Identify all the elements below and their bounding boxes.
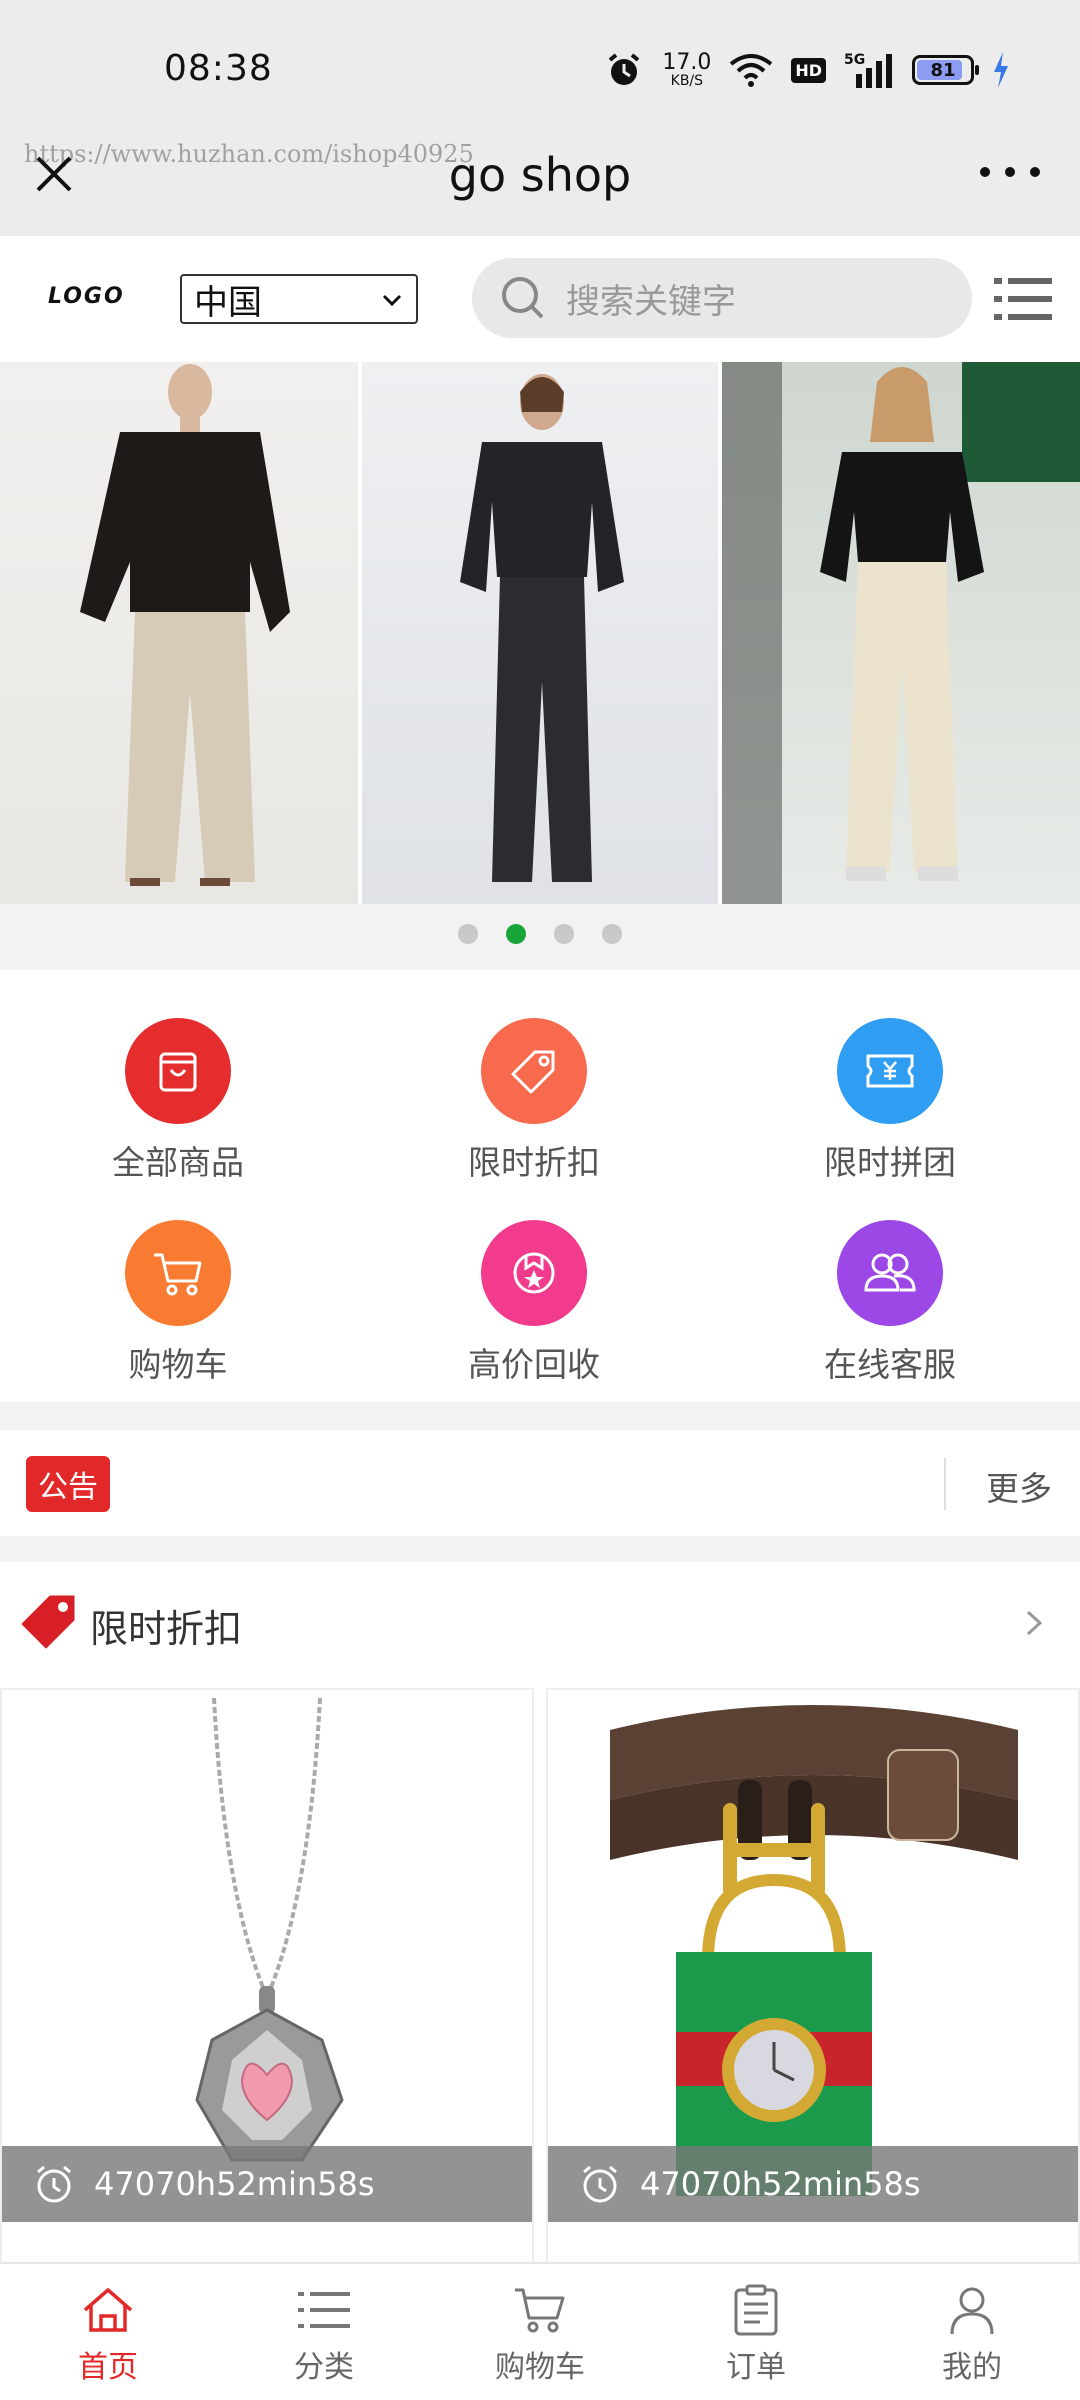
charging-icon bbox=[994, 52, 1008, 88]
alarm-clock-icon bbox=[37, 2165, 71, 2203]
ticket-yen-icon bbox=[837, 1018, 943, 1124]
region-select[interactable]: 中国 bbox=[180, 274, 418, 324]
tab-orders[interactable]: 订单 bbox=[648, 2264, 864, 2400]
clock: 08:38 bbox=[164, 48, 273, 89]
quick-nav-grid: 全部商品 限时折扣 限时拼团 购物车 高价回收 在线客服 bbox=[0, 970, 1080, 1402]
carousel-dot-active[interactable] bbox=[506, 924, 526, 944]
page-title: go shop bbox=[448, 148, 632, 202]
home-icon bbox=[83, 2288, 133, 2332]
bag-icon bbox=[125, 1018, 231, 1124]
quick-nav-label: 全部商品 bbox=[112, 1143, 244, 1182]
countdown-text: 47070h52min58s bbox=[94, 2165, 375, 2203]
alarm-clock-icon bbox=[583, 2165, 617, 2203]
signal-icon: 5G bbox=[844, 52, 892, 88]
quick-nav-label: 限时折扣 bbox=[468, 1143, 600, 1182]
flash-sale-section: 限时折扣 47070h52min58s 47070h52min58s bbox=[0, 1562, 1080, 2264]
list-icon bbox=[298, 2292, 350, 2328]
battery-level: 81 bbox=[930, 59, 956, 81]
tab-cart[interactable]: 购物车 bbox=[432, 2264, 648, 2400]
battery-indicator: 81 bbox=[912, 55, 979, 85]
network-speed-unit: KB/S bbox=[670, 73, 704, 89]
carousel-dot[interactable] bbox=[602, 924, 622, 944]
quick-nav-label: 限时拼团 bbox=[824, 1143, 956, 1182]
more-dot bbox=[980, 167, 990, 177]
quick-nav-customer-service[interactable]: 在线客服 bbox=[770, 1220, 1010, 1386]
bottom-tab-bar: 首页 分类 购物车 订单 我的 bbox=[0, 2262, 1080, 2400]
section-title[interactable]: 限时折扣 bbox=[90, 1598, 242, 1653]
tab-home[interactable]: 首页 bbox=[0, 2264, 216, 2400]
search-placeholder: 搜索关键字 bbox=[566, 281, 736, 322]
title-bar: https://www.huzhan.com/ishop40925 go sho… bbox=[0, 140, 1080, 236]
tab-label: 购物车 bbox=[495, 2350, 585, 2385]
tab-label: 首页 bbox=[78, 2350, 138, 2385]
divider bbox=[944, 1458, 946, 1510]
carousel-indicator bbox=[0, 904, 1080, 964]
product-card[interactable]: 47070h52min58s bbox=[546, 1688, 1080, 2264]
banner-image-model-3 bbox=[722, 362, 1080, 904]
category-menu-icon[interactable] bbox=[994, 276, 1052, 322]
quick-nav-cart[interactable]: 购物车 bbox=[58, 1220, 298, 1386]
more-options-button[interactable] bbox=[980, 162, 1040, 182]
tab-label: 订单 bbox=[726, 2350, 786, 2385]
clipboard-icon bbox=[734, 2284, 778, 2336]
users-icon bbox=[837, 1220, 943, 1326]
quick-nav-flash-discount[interactable]: 限时折扣 bbox=[414, 1018, 654, 1184]
price-tag-icon bbox=[21, 1595, 75, 1649]
alarm-icon bbox=[609, 53, 640, 85]
logo[interactable]: LOGO bbox=[48, 284, 125, 309]
recycle-badge-icon bbox=[481, 1220, 587, 1326]
notice-tag: 公告 bbox=[26, 1456, 110, 1512]
search-icon bbox=[502, 277, 544, 319]
status-bar: 08:38 17.0 KB/S HD 5G 81 bbox=[0, 0, 1080, 140]
hd-badge: HD bbox=[791, 57, 826, 83]
tab-label: 我的 bbox=[942, 2350, 1002, 2385]
search-input[interactable]: 搜索关键字 bbox=[472, 258, 972, 338]
quick-nav-label: 高价回收 bbox=[468, 1345, 600, 1384]
quick-nav-label: 购物车 bbox=[128, 1345, 228, 1384]
chevron-right-icon[interactable] bbox=[1024, 1608, 1044, 1638]
quick-nav-label: 在线客服 bbox=[824, 1345, 956, 1384]
banner-carousel[interactable] bbox=[0, 362, 1080, 904]
banner-image-model-2 bbox=[362, 362, 718, 904]
quick-nav-recycle[interactable]: 高价回收 bbox=[414, 1220, 654, 1386]
status-icons: 17.0 KB/S HD 5G 81 bbox=[604, 48, 1010, 92]
network-type: 5G bbox=[844, 52, 865, 68]
region-value: 中国 bbox=[194, 282, 262, 323]
banner-image-model-1 bbox=[0, 362, 358, 904]
quick-nav-group-buy[interactable]: 限时拼团 bbox=[770, 1018, 1010, 1184]
tag-icon bbox=[481, 1018, 587, 1124]
countdown-bar: 47070h52min58s bbox=[2, 2146, 532, 2222]
more-dot bbox=[1005, 167, 1015, 177]
network-speed: 17.0 KB/S bbox=[662, 50, 712, 89]
tab-category[interactable]: 分类 bbox=[216, 2264, 432, 2400]
more-dot bbox=[1030, 167, 1040, 177]
countdown-bar: 47070h52min58s bbox=[548, 2146, 1078, 2222]
countdown-text: 47070h52min58s bbox=[640, 2165, 921, 2203]
shop-header: LOGO 中国 搜索关键字 bbox=[0, 236, 1080, 362]
quick-nav-all-products[interactable]: 全部商品 bbox=[58, 1018, 298, 1184]
carousel-dot[interactable] bbox=[458, 924, 478, 944]
cart-icon bbox=[125, 1220, 231, 1326]
chevron-down-icon bbox=[382, 294, 402, 307]
product-card[interactable]: 47070h52min58s bbox=[0, 1688, 534, 2264]
carousel-dot[interactable] bbox=[554, 924, 574, 944]
network-speed-value: 17.0 bbox=[662, 50, 712, 75]
tab-profile[interactable]: 我的 bbox=[864, 2264, 1080, 2400]
user-icon bbox=[950, 2287, 994, 2335]
wifi-icon bbox=[730, 54, 773, 87]
tab-label: 分类 bbox=[294, 2350, 354, 2385]
notice-bar: 公告 更多 bbox=[0, 1430, 1080, 1536]
cart-icon bbox=[515, 2288, 565, 2333]
notice-more-link[interactable]: 更多 bbox=[986, 1462, 1052, 1510]
